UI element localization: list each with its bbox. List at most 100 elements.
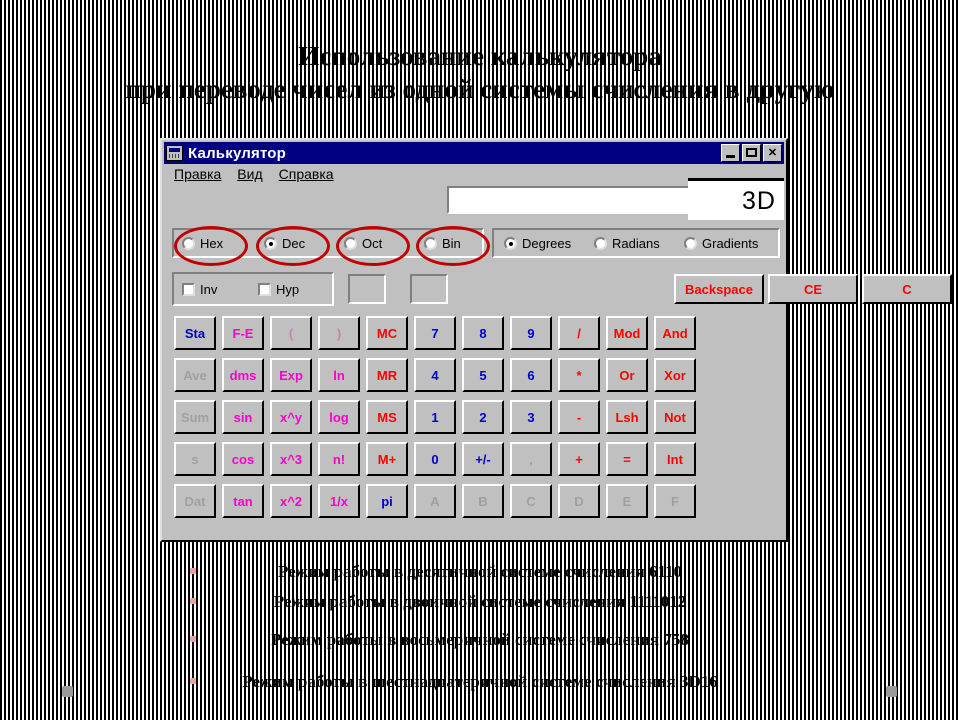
key-ms[interactable]: MS bbox=[366, 400, 408, 434]
key-plus[interactable]: + bbox=[558, 442, 600, 476]
key-8[interactable]: 8 bbox=[462, 316, 504, 350]
key-lsh[interactable]: Lsh bbox=[606, 400, 648, 434]
key-a[interactable]: A bbox=[414, 484, 456, 518]
key-exp[interactable]: Exp bbox=[270, 358, 312, 392]
key-ave[interactable]: Ave bbox=[174, 358, 216, 392]
bullet-marker-1 bbox=[190, 568, 196, 574]
key-sin[interactable]: sin bbox=[222, 400, 264, 434]
page-title: Использование калькулятора при переводе … bbox=[0, 40, 960, 106]
bullet-marker-2 bbox=[190, 598, 196, 604]
radio-label-radians: Radians bbox=[612, 236, 660, 251]
menu-item-pravka[interactable]: Правка bbox=[174, 166, 221, 186]
key-dat[interactable]: Dat bbox=[174, 484, 216, 518]
key-e[interactable]: E bbox=[606, 484, 648, 518]
key-sta[interactable]: Sta bbox=[174, 316, 216, 350]
key-xpow3[interactable]: x^3 bbox=[270, 442, 312, 476]
key-xpow2[interactable]: x^2 bbox=[270, 484, 312, 518]
key-b[interactable]: B bbox=[462, 484, 504, 518]
radio-gradients[interactable]: Gradients bbox=[684, 236, 758, 251]
key-5[interactable]: 5 bbox=[462, 358, 504, 392]
key-minus[interactable]: - bbox=[558, 400, 600, 434]
slide-canvas: Использование калькулятора при переводе … bbox=[0, 0, 960, 720]
key-nfact[interactable]: n! bbox=[318, 442, 360, 476]
status-indicator-1 bbox=[348, 274, 386, 304]
key-mul[interactable]: * bbox=[558, 358, 600, 392]
menu-item-vid[interactable]: Вид bbox=[237, 166, 262, 186]
bullet-marker-4 bbox=[190, 678, 196, 684]
radio-label-gradients: Gradients bbox=[702, 236, 759, 251]
radio-dot-degrees bbox=[504, 237, 517, 250]
key-4[interactable]: 4 bbox=[414, 358, 456, 392]
key-mr[interactable]: MR bbox=[366, 358, 408, 392]
key-or[interactable]: Or bbox=[606, 358, 648, 392]
backspace-button[interactable]: Backspace bbox=[674, 274, 764, 304]
key-6[interactable]: 6 bbox=[510, 358, 552, 392]
key-f[interactable]: F bbox=[654, 484, 696, 518]
key-mplus[interactable]: M+ bbox=[366, 442, 408, 476]
decoration-dot-left bbox=[62, 686, 73, 697]
key-mod[interactable]: Mod bbox=[606, 316, 648, 350]
key-9[interactable]: 9 bbox=[510, 316, 552, 350]
key-int[interactable]: Int bbox=[654, 442, 696, 476]
key-cos[interactable]: cos bbox=[222, 442, 264, 476]
checkbox-hyp[interactable]: Hyp bbox=[258, 282, 299, 297]
note-text-2: Режим работы в двоичной системе счислени… bbox=[273, 592, 626, 611]
key-7[interactable]: 7 bbox=[414, 316, 456, 350]
window-title: Калькулятор bbox=[188, 144, 287, 162]
radio-dot-radians bbox=[594, 237, 607, 250]
key-comma[interactable]: , bbox=[510, 442, 552, 476]
key-plusdivminus[interactable]: +/- bbox=[462, 442, 504, 476]
key-xpowy[interactable]: x^y bbox=[270, 400, 312, 434]
key-d[interactable]: D bbox=[558, 484, 600, 518]
note-value-1: 61 bbox=[648, 562, 666, 581]
key-xor[interactable]: Xor bbox=[654, 358, 696, 392]
key-0[interactable]: 0 bbox=[414, 442, 456, 476]
key-fminuse[interactable]: F-E bbox=[222, 316, 264, 350]
key-1[interactable]: 1 bbox=[414, 400, 456, 434]
calculator-icon bbox=[166, 145, 183, 161]
key-s[interactable]: s bbox=[174, 442, 216, 476]
radio-degrees[interactable]: Degrees bbox=[504, 236, 571, 251]
note-line-4: Режим работы в шестнадцатеричной системе… bbox=[0, 672, 960, 692]
key-not[interactable]: Not bbox=[654, 400, 696, 434]
key-equals[interactable]: = bbox=[606, 442, 648, 476]
maximize-icon[interactable] bbox=[742, 144, 761, 162]
minimize-icon[interactable] bbox=[721, 144, 740, 162]
menubar: Правка Вид Справка bbox=[166, 166, 334, 186]
page-title-line-2: при переводе чисел из одной системы счис… bbox=[125, 74, 835, 104]
key-rparen[interactable]: ) bbox=[318, 316, 360, 350]
note-value-2: 111101 bbox=[629, 592, 678, 611]
annotation-ellipse-hex bbox=[174, 226, 248, 266]
key-mc[interactable]: MC bbox=[366, 316, 408, 350]
note-line-1: Режим работы в десятичной системе счисле… bbox=[0, 562, 960, 582]
key-div[interactable]: / bbox=[558, 316, 600, 350]
annotation-ellipse-bin bbox=[416, 226, 490, 266]
key-c[interactable]: C bbox=[510, 484, 552, 518]
display-overlay-value: 3D bbox=[688, 178, 784, 220]
key-ln[interactable]: ln bbox=[318, 358, 360, 392]
annotation-ellipse-dec bbox=[256, 226, 330, 266]
key-2[interactable]: 2 bbox=[462, 400, 504, 434]
window-titlebar: Калькулятор ✕ bbox=[164, 142, 784, 164]
key-1divx[interactable]: 1/x bbox=[318, 484, 360, 518]
checkbox-box-hyp bbox=[258, 283, 271, 296]
note-text-4: Режим работы в шестнадцатеричной системе… bbox=[242, 672, 676, 691]
checkbox-inv[interactable]: Inv bbox=[182, 282, 217, 297]
key-3[interactable]: 3 bbox=[510, 400, 552, 434]
key-sum[interactable]: Sum bbox=[174, 400, 216, 434]
note-value-4: 3D bbox=[679, 672, 701, 691]
close-icon[interactable]: ✕ bbox=[763, 144, 782, 162]
c-button[interactable]: C bbox=[862, 274, 952, 304]
key-dms[interactable]: dms bbox=[222, 358, 264, 392]
ce-button[interactable]: CE bbox=[768, 274, 858, 304]
checkbox-label-hyp: Hyp bbox=[276, 282, 300, 297]
key-lparen[interactable]: ( bbox=[270, 316, 312, 350]
key-log[interactable]: log bbox=[318, 400, 360, 434]
note-line-2: Режим работы в двоичной системе счислени… bbox=[0, 592, 960, 612]
checkbox-box-inv bbox=[182, 283, 195, 296]
key-tan[interactable]: tan bbox=[222, 484, 264, 518]
key-and[interactable]: And bbox=[654, 316, 696, 350]
radio-radians[interactable]: Radians bbox=[594, 236, 660, 251]
menu-item-spravka[interactable]: Справка bbox=[279, 166, 334, 186]
key-pi[interactable]: pi bbox=[366, 484, 408, 518]
